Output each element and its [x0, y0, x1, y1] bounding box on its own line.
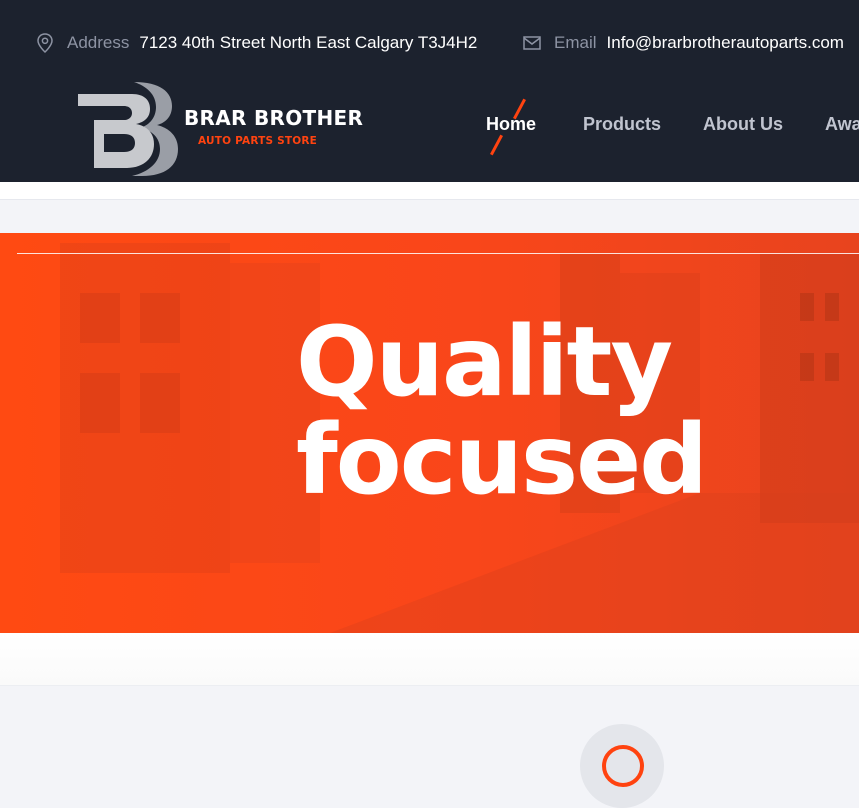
header-spacer: [0, 182, 859, 199]
hero-divider: [17, 253, 859, 254]
hero-bottom-strip: [0, 633, 859, 686]
nav-item-awards[interactable]: Awa: [825, 114, 859, 135]
brand-logo-icon: [78, 82, 178, 176]
address-value: 7123 40th Street North East Calgary T3J4…: [139, 33, 478, 52]
nav-active-slash-bottom: [490, 134, 503, 156]
main-navbar: BRAR BROTHER AUTO PARTS STORE Home Produ…: [0, 70, 859, 182]
email-label: Email: [554, 33, 597, 52]
hero-title-line2: focused: [296, 404, 708, 516]
address-info: Address 7123 40th Street North East Calg…: [35, 31, 477, 55]
email-link[interactable]: Info@brarbrotherautoparts.com: [607, 33, 844, 53]
page-spacer: [0, 199, 859, 234]
address-label: Address: [67, 33, 130, 52]
feature-icon: [602, 745, 644, 787]
nav-item-products[interactable]: Products: [583, 114, 661, 135]
email-info: Email Info@brarbrotherautoparts.com: [522, 31, 844, 55]
brand-logo[interactable]: BRAR BROTHER AUTO PARTS STORE: [74, 78, 364, 178]
nav-item-home[interactable]: Home: [486, 114, 536, 135]
hero-banner: Quality focused: [0, 233, 859, 633]
location-pin-icon: [37, 33, 53, 54]
brand-tagline: AUTO PARTS STORE: [198, 135, 318, 147]
brand-name: BRAR BROTHER: [184, 106, 364, 130]
hero-title: Quality focused: [296, 306, 708, 516]
features-section: [0, 686, 859, 808]
envelope-icon: [523, 36, 541, 50]
nav-item-about-us[interactable]: About Us: [703, 114, 783, 135]
feature-icon-circle: [580, 724, 664, 808]
hero-title-line1: Quality: [296, 306, 673, 418]
